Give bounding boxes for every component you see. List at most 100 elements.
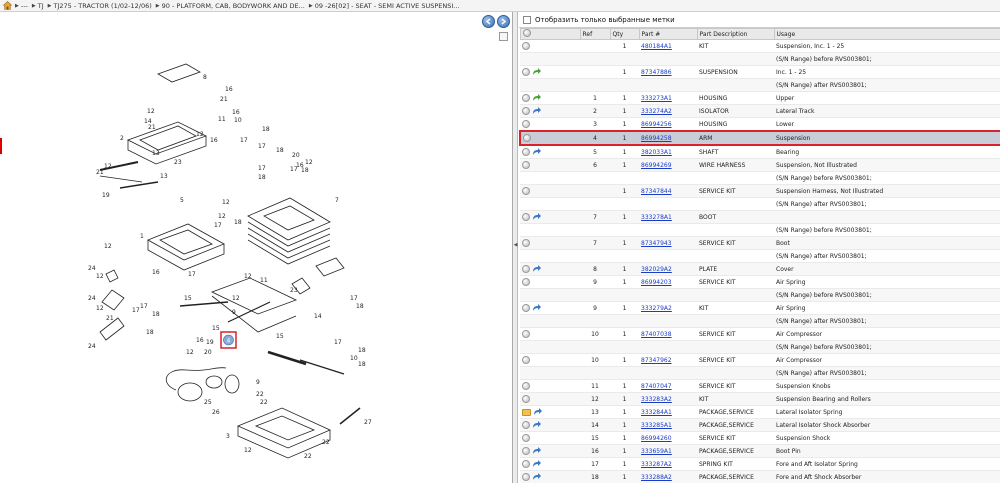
blue-arrow-icon[interactable] [532, 107, 541, 115]
breadcrumb-item[interactable]: ▶ 09 -26[02] - SEAT - SEMI ACTIVE SUSPENS… [309, 2, 460, 10]
breadcrumb-item[interactable]: ▶ 90 - PLATFORM, CAB, BODYWORK AND DE... [156, 2, 305, 10]
table-row[interactable]: (S/N Range) after RVS003801; [520, 366, 1000, 380]
table-row[interactable]: (S/N Range) before RVS003801; [520, 52, 1000, 66]
table-row[interactable]: 3 1 86994256 HOUSING Lower [520, 117, 1000, 132]
part-number-link[interactable]: 87347943 [641, 240, 672, 247]
part-number-link[interactable]: 86994203 [641, 279, 672, 286]
table-row[interactable]: 7 1 87347943 SERVICE KIT Boot [520, 236, 1000, 250]
part-number-link[interactable]: 333279A2 [641, 305, 672, 312]
part-number-link[interactable]: 333284A1 [641, 409, 672, 416]
table-row[interactable]: (S/N Range) after RVS003801; [520, 249, 1000, 263]
pane-splitter[interactable]: ◀ [513, 12, 518, 483]
select-dot-icon[interactable] [522, 382, 530, 390]
home-icon[interactable] [3, 1, 12, 10]
blue-arrow-icon[interactable] [532, 460, 541, 468]
table-row[interactable]: 1 87347886 SUSPENSION Inc. 1 - 25 [520, 65, 1000, 79]
col-header-ref[interactable]: Ref [579, 28, 611, 40]
splitter-grip-icon[interactable]: ◀ [513, 240, 518, 250]
table-row[interactable]: 12 1 333283A2 KIT Suspension Bearing and Rol… [520, 392, 1000, 406]
select-dot-icon[interactable] [522, 94, 530, 102]
select-dot-icon[interactable] [522, 330, 530, 338]
select-dot-icon[interactable] [522, 265, 530, 273]
table-row[interactable]: 1 1 333273A1 HOUSING Upper [520, 91, 1000, 105]
table-row[interactable]: 1 480184A1 KIT Suspension, Inc. 1 - 25 [520, 39, 1000, 53]
col-header-description[interactable]: Part Description [696, 28, 775, 40]
table-row[interactable]: 10 1 87347962 SERVICE KIT Air Compressor [520, 353, 1000, 367]
select-dot-icon[interactable] [522, 187, 530, 195]
breadcrumb-item[interactable]: ▶ TJ [32, 2, 44, 10]
table-row[interactable]: 2 1 333274A2 ISOLATOR Lateral Track [520, 104, 1000, 118]
green-arrow-icon[interactable] [532, 94, 541, 102]
select-dot-icon[interactable] [522, 460, 530, 468]
green-arrow-icon[interactable] [532, 68, 541, 76]
part-number-link[interactable]: 86994258 [641, 135, 672, 142]
select-dot-icon[interactable] [522, 421, 530, 429]
blue-arrow-icon[interactable] [532, 447, 541, 455]
table-row[interactable]: (S/N Range) before RVS003801; [520, 340, 1000, 354]
filter-checkbox[interactable] [523, 15, 531, 24]
select-dot-icon[interactable] [522, 161, 530, 169]
blue-arrow-icon[interactable] [532, 213, 541, 221]
select-dot-icon[interactable] [522, 68, 530, 76]
breadcrumb-item[interactable]: ▶ --- [15, 2, 28, 10]
part-number-link[interactable]: 480184A1 [641, 43, 672, 50]
part-number-link[interactable]: 87347844 [641, 188, 672, 195]
table-row[interactable]: 8 1 382029A2 PLATE Cover [520, 262, 1000, 276]
select-dot-icon[interactable] [522, 42, 530, 50]
table-row[interactable]: 1 87347844 SERVICE KIT Suspension Harness, … [520, 184, 1000, 198]
callout-highlight[interactable]: 4 [220, 331, 237, 349]
part-number-link[interactable]: 87407047 [641, 383, 672, 390]
table-row[interactable]: 7 1 333278A1 BOOT [520, 210, 1000, 224]
select-dot-icon[interactable] [522, 107, 530, 115]
table-row-selected[interactable]: 4 1 86994258 ARM Suspension [519, 130, 1000, 146]
table-row[interactable]: (S/N Range) before RVS003801; [520, 288, 1000, 302]
part-number-link[interactable]: 333285A1 [641, 422, 672, 429]
part-number-link[interactable]: 86994269 [641, 162, 672, 169]
blue-arrow-icon[interactable] [532, 304, 541, 312]
part-number-link[interactable]: 333273A1 [641, 95, 672, 102]
table-row[interactable]: 10 1 87407038 SERVICE KIT Air Compressor [520, 327, 1000, 341]
part-number-link[interactable]: 382029A2 [641, 266, 672, 273]
select-dot-icon[interactable] [522, 120, 530, 128]
part-number-link[interactable]: 87407038 [641, 331, 672, 338]
part-number-link[interactable]: 87347886 [641, 69, 672, 76]
part-number-link[interactable]: 333287A2 [641, 461, 672, 468]
blue-arrow-icon[interactable] [533, 408, 542, 416]
folder-icon[interactable] [522, 408, 531, 416]
table-row[interactable]: 9 1 86994203 SERVICE KIT Air Spring [520, 275, 1000, 289]
blue-arrow-icon[interactable] [532, 473, 541, 481]
col-header-part[interactable]: Part # [638, 28, 698, 40]
blue-arrow-icon[interactable] [532, 148, 541, 156]
col-header-usage[interactable]: Usage [773, 28, 1000, 40]
table-row[interactable]: (S/N Range) after RVS003801; [520, 314, 1000, 328]
part-number-link[interactable]: 333283A2 [641, 396, 672, 403]
table-row[interactable]: 14 1 333285A1 PACKAGE,SERVICE Lateral Isolat… [520, 418, 1000, 432]
table-row[interactable]: (S/N Range) before RVS003801; [520, 171, 1000, 185]
part-number-link[interactable]: 333659A1 [641, 448, 672, 455]
table-row[interactable]: 5 1 382033A1 SHAFT Bearing [520, 145, 1000, 159]
table-row[interactable]: 11 1 87407047 SERVICE KIT Suspension Knobs [520, 379, 1000, 393]
select-dot-icon[interactable] [522, 395, 530, 403]
select-dot-icon[interactable] [522, 239, 530, 247]
part-number-link[interactable]: 333274A2 [641, 108, 672, 115]
table-row[interactable]: (S/N Range) before RVS003801; [520, 223, 1000, 237]
select-dot-icon[interactable] [522, 434, 530, 442]
table-row[interactable]: 6 1 86994269 WIRE HARNESS Suspension, Not Il… [520, 158, 1000, 172]
select-dot-icon[interactable] [522, 473, 530, 481]
part-number-link[interactable]: 333278A1 [641, 214, 672, 221]
table-row[interactable]: 9 1 333279A2 KIT Air Spring [520, 301, 1000, 315]
part-number-link[interactable]: 86994260 [641, 435, 672, 442]
select-dot-icon[interactable] [522, 304, 530, 312]
part-number-link[interactable]: 333288A2 [641, 474, 672, 481]
select-dot-icon[interactable] [523, 134, 531, 142]
part-number-link[interactable]: 86994256 [641, 121, 672, 128]
select-dot-icon[interactable] [522, 213, 530, 221]
breadcrumb-item[interactable]: ▶ TJ275 - TRACTOR (1/02-12/06) [48, 2, 152, 10]
blue-arrow-icon[interactable] [532, 421, 541, 429]
table-row[interactable]: 18 1 333288A2 PACKAGE,SERVICE Fore and Aft S… [520, 470, 1000, 483]
table-row[interactable]: 17 1 333287A2 SPRING KIT Fore and Aft Isolat… [520, 457, 1000, 471]
select-dot-icon[interactable] [522, 447, 530, 455]
col-header-icons[interactable] [519, 28, 581, 40]
table-row[interactable]: (S/N Range) after RVS003801; [520, 197, 1000, 211]
col-header-qty[interactable]: Qty [609, 28, 640, 40]
